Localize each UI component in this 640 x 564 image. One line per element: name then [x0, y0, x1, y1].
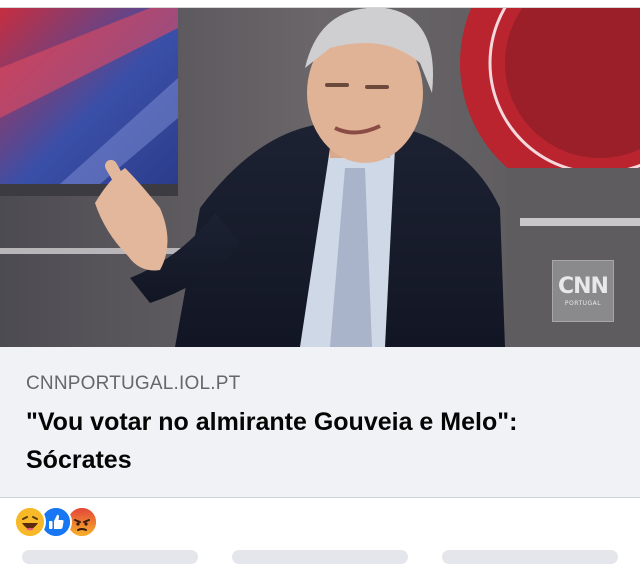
reaction-summary[interactable] — [14, 506, 98, 538]
news-photo — [0, 8, 640, 347]
link-preview-image[interactable]: CNN PORTUGAL — [0, 8, 640, 347]
cnn-portugal-logo: CNN PORTUGAL — [552, 260, 614, 322]
action-button-partial[interactable] — [232, 550, 408, 564]
post-separator — [0, 0, 640, 8]
haha-icon — [14, 506, 46, 538]
action-button-partial[interactable] — [22, 550, 198, 564]
action-bar-partial — [0, 550, 640, 564]
action-button-partial[interactable] — [442, 550, 618, 564]
link-headline[interactable]: "Vou votar no almirante Gouveia e Melo":… — [26, 403, 616, 479]
link-preview-info[interactable]: CNNPORTUGAL.IOL.PT "Vou votar no almiran… — [0, 347, 640, 498]
link-domain: CNNPORTUGAL.IOL.PT — [26, 373, 241, 394]
